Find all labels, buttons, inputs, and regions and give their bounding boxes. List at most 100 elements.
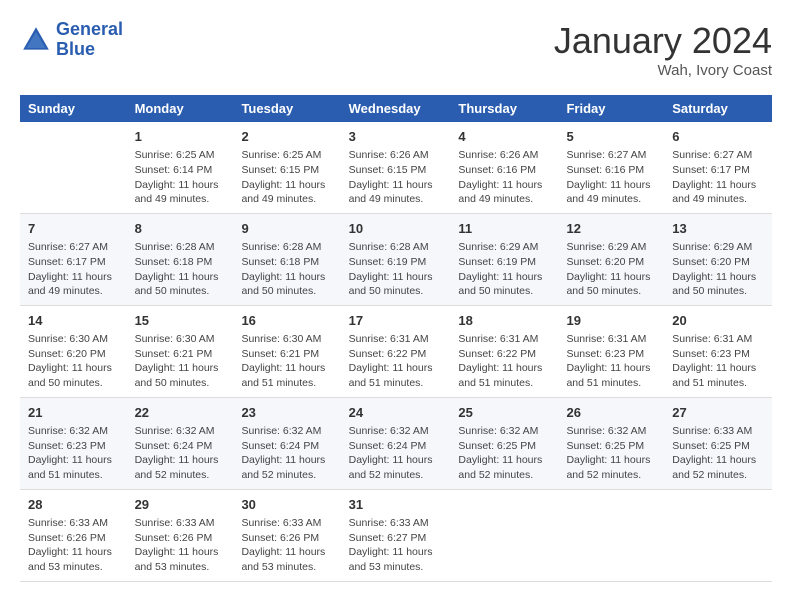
week-row-3: 14 Sunrise: 6:30 AMSunset: 6:20 PMDayligh… [20,305,772,397]
day-info: Sunrise: 6:32 AMSunset: 6:24 PMDaylight:… [349,424,443,483]
calendar-cell [20,122,127,213]
day-number: 9 [241,220,332,238]
column-header-tuesday: Tuesday [233,95,340,122]
day-info: Sunrise: 6:28 AMSunset: 6:19 PMDaylight:… [349,240,443,299]
calendar-cell: 16 Sunrise: 6:30 AMSunset: 6:21 PMDayligh… [233,305,340,397]
column-header-thursday: Thursday [450,95,558,122]
day-number: 13 [672,220,764,238]
calendar-cell: 15 Sunrise: 6:30 AMSunset: 6:21 PMDayligh… [127,305,234,397]
day-info: Sunrise: 6:31 AMSunset: 6:23 PMDaylight:… [566,332,656,391]
day-info: Sunrise: 6:29 AMSunset: 6:20 PMDaylight:… [566,240,656,299]
day-info: Sunrise: 6:32 AMSunset: 6:24 PMDaylight:… [135,424,226,483]
day-number: 25 [458,404,550,422]
calendar-cell: 14 Sunrise: 6:30 AMSunset: 6:20 PMDayligh… [20,305,127,397]
day-number: 5 [566,128,656,146]
day-info: Sunrise: 6:27 AMSunset: 6:17 PMDaylight:… [28,240,119,299]
calendar-cell: 8 Sunrise: 6:28 AMSunset: 6:18 PMDaylight… [127,213,234,305]
calendar-cell: 21Sunrise: 6:32 AMSunset: 6:23 PMDayligh… [20,397,127,489]
day-info: Sunrise: 6:31 AMSunset: 6:22 PMDaylight:… [349,332,443,391]
day-info: Sunrise: 6:26 AMSunset: 6:15 PMDaylight:… [349,148,443,207]
day-info: Sunrise: 6:28 AMSunset: 6:18 PMDaylight:… [135,240,226,299]
day-number: 10 [349,220,443,238]
day-number: 29 [135,496,226,514]
logo-icon [20,24,52,56]
day-number: 14 [28,312,119,330]
calendar-cell: 18 Sunrise: 6:31 AMSunset: 6:22 PMDayligh… [450,305,558,397]
day-info: Sunrise: 6:30 AMSunset: 6:21 PMDaylight:… [241,332,332,391]
logo-text: General Blue [56,20,123,60]
calendar-cell: 3 Sunrise: 6:26 AMSunset: 6:15 PMDaylight… [341,122,451,213]
calendar-cell: 11 Sunrise: 6:29 AMSunset: 6:19 PMDayligh… [450,213,558,305]
day-number: 1 [135,128,226,146]
day-number: 30 [241,496,332,514]
day-info: Sunrise: 6:31 AMSunset: 6:22 PMDaylight:… [458,332,550,391]
calendar-cell [450,489,558,581]
day-number: 17 [349,312,443,330]
calendar-cell: 13 Sunrise: 6:29 AMSunset: 6:20 PMDayligh… [664,213,772,305]
calendar-cell: 9 Sunrise: 6:28 AMSunset: 6:18 PMDaylight… [233,213,340,305]
week-row-4: 21Sunrise: 6:32 AMSunset: 6:23 PMDayligh… [20,397,772,489]
day-number: 3 [349,128,443,146]
column-header-saturday: Saturday [664,95,772,122]
day-info: Sunrise: 6:30 AMSunset: 6:21 PMDaylight:… [135,332,226,391]
calendar-cell: 10 Sunrise: 6:28 AMSunset: 6:19 PMDayligh… [341,213,451,305]
calendar-cell: 26 Sunrise: 6:32 AMSunset: 6:25 PMDayligh… [558,397,664,489]
day-number: 28 [28,496,119,514]
column-header-monday: Monday [127,95,234,122]
day-info: Sunrise: 6:29 AMSunset: 6:19 PMDaylight:… [458,240,550,299]
header-row: SundayMondayTuesdayWednesdayThursdayFrid… [20,95,772,122]
day-info: Sunrise: 6:31 AMSunset: 6:23 PMDaylight:… [672,332,764,391]
day-number: 23 [241,404,332,422]
calendar-cell: 1 Sunrise: 6:25 AMSunset: 6:14 PMDaylight… [127,122,234,213]
day-number: 6 [672,128,764,146]
column-header-sunday: Sunday [20,95,127,122]
calendar-cell: 25 Sunrise: 6:32 AMSunset: 6:25 PMDayligh… [450,397,558,489]
day-info: Sunrise: 6:33 AMSunset: 6:26 PMDaylight:… [28,516,119,575]
day-number: 31 [349,496,443,514]
day-info: Sunrise: 6:32 AMSunset: 6:23 PMDaylight:… [28,424,119,483]
calendar-cell: 27Sunrise: 6:33 AMSunset: 6:25 PMDayligh… [664,397,772,489]
week-row-2: 7 Sunrise: 6:27 AMSunset: 6:17 PMDaylight… [20,213,772,305]
calendar-cell: 19 Sunrise: 6:31 AMSunset: 6:23 PMDayligh… [558,305,664,397]
day-info: Sunrise: 6:26 AMSunset: 6:16 PMDaylight:… [458,148,550,207]
day-number: 18 [458,312,550,330]
day-number: 8 [135,220,226,238]
day-info: Sunrise: 6:32 AMSunset: 6:25 PMDaylight:… [566,424,656,483]
day-number: 22 [135,404,226,422]
column-header-friday: Friday [558,95,664,122]
calendar-cell: 28 Sunrise: 6:33 AMSunset: 6:26 PMDayligh… [20,489,127,581]
day-number: 26 [566,404,656,422]
day-info: Sunrise: 6:28 AMSunset: 6:18 PMDaylight:… [241,240,332,299]
day-number: 2 [241,128,332,146]
calendar-cell: 12Sunrise: 6:29 AMSunset: 6:20 PMDayligh… [558,213,664,305]
calendar-cell: 4 Sunrise: 6:26 AMSunset: 6:16 PMDaylight… [450,122,558,213]
calendar-cell: 2Sunrise: 6:25 AMSunset: 6:15 PMDaylight… [233,122,340,213]
day-number: 16 [241,312,332,330]
day-info: Sunrise: 6:32 AMSunset: 6:24 PMDaylight:… [241,424,332,483]
day-info: Sunrise: 6:30 AMSunset: 6:20 PMDaylight:… [28,332,119,391]
day-number: 19 [566,312,656,330]
day-number: 11 [458,220,550,238]
calendar-cell: 24 Sunrise: 6:32 AMSunset: 6:24 PMDayligh… [341,397,451,489]
logo-line1: General [56,19,123,39]
title-block: January 2024 Wah, Ivory Coast [554,20,772,79]
calendar-cell: 20Sunrise: 6:31 AMSunset: 6:23 PMDayligh… [664,305,772,397]
calendar-cell: 7 Sunrise: 6:27 AMSunset: 6:17 PMDaylight… [20,213,127,305]
page-header: General Blue January 2024 Wah, Ivory Coa… [20,20,772,79]
week-row-1: 1 Sunrise: 6:25 AMSunset: 6:14 PMDaylight… [20,122,772,213]
day-info: Sunrise: 6:33 AMSunset: 6:25 PMDaylight:… [672,424,764,483]
day-number: 7 [28,220,119,238]
day-number: 15 [135,312,226,330]
calendar-cell: 23 Sunrise: 6:32 AMSunset: 6:24 PMDayligh… [233,397,340,489]
day-info: Sunrise: 6:32 AMSunset: 6:25 PMDaylight:… [458,424,550,483]
week-row-5: 28 Sunrise: 6:33 AMSunset: 6:26 PMDayligh… [20,489,772,581]
day-number: 24 [349,404,443,422]
day-info: Sunrise: 6:33 AMSunset: 6:26 PMDaylight:… [241,516,332,575]
day-info: Sunrise: 6:29 AMSunset: 6:20 PMDaylight:… [672,240,764,299]
logo: General Blue [20,20,123,60]
day-number: 4 [458,128,550,146]
calendar-cell: 17 Sunrise: 6:31 AMSunset: 6:22 PMDayligh… [341,305,451,397]
calendar-cell: 30 Sunrise: 6:33 AMSunset: 6:26 PMDayligh… [233,489,340,581]
day-info: Sunrise: 6:25 AMSunset: 6:14 PMDaylight:… [135,148,226,207]
day-info: Sunrise: 6:27 AMSunset: 6:16 PMDaylight:… [566,148,656,207]
